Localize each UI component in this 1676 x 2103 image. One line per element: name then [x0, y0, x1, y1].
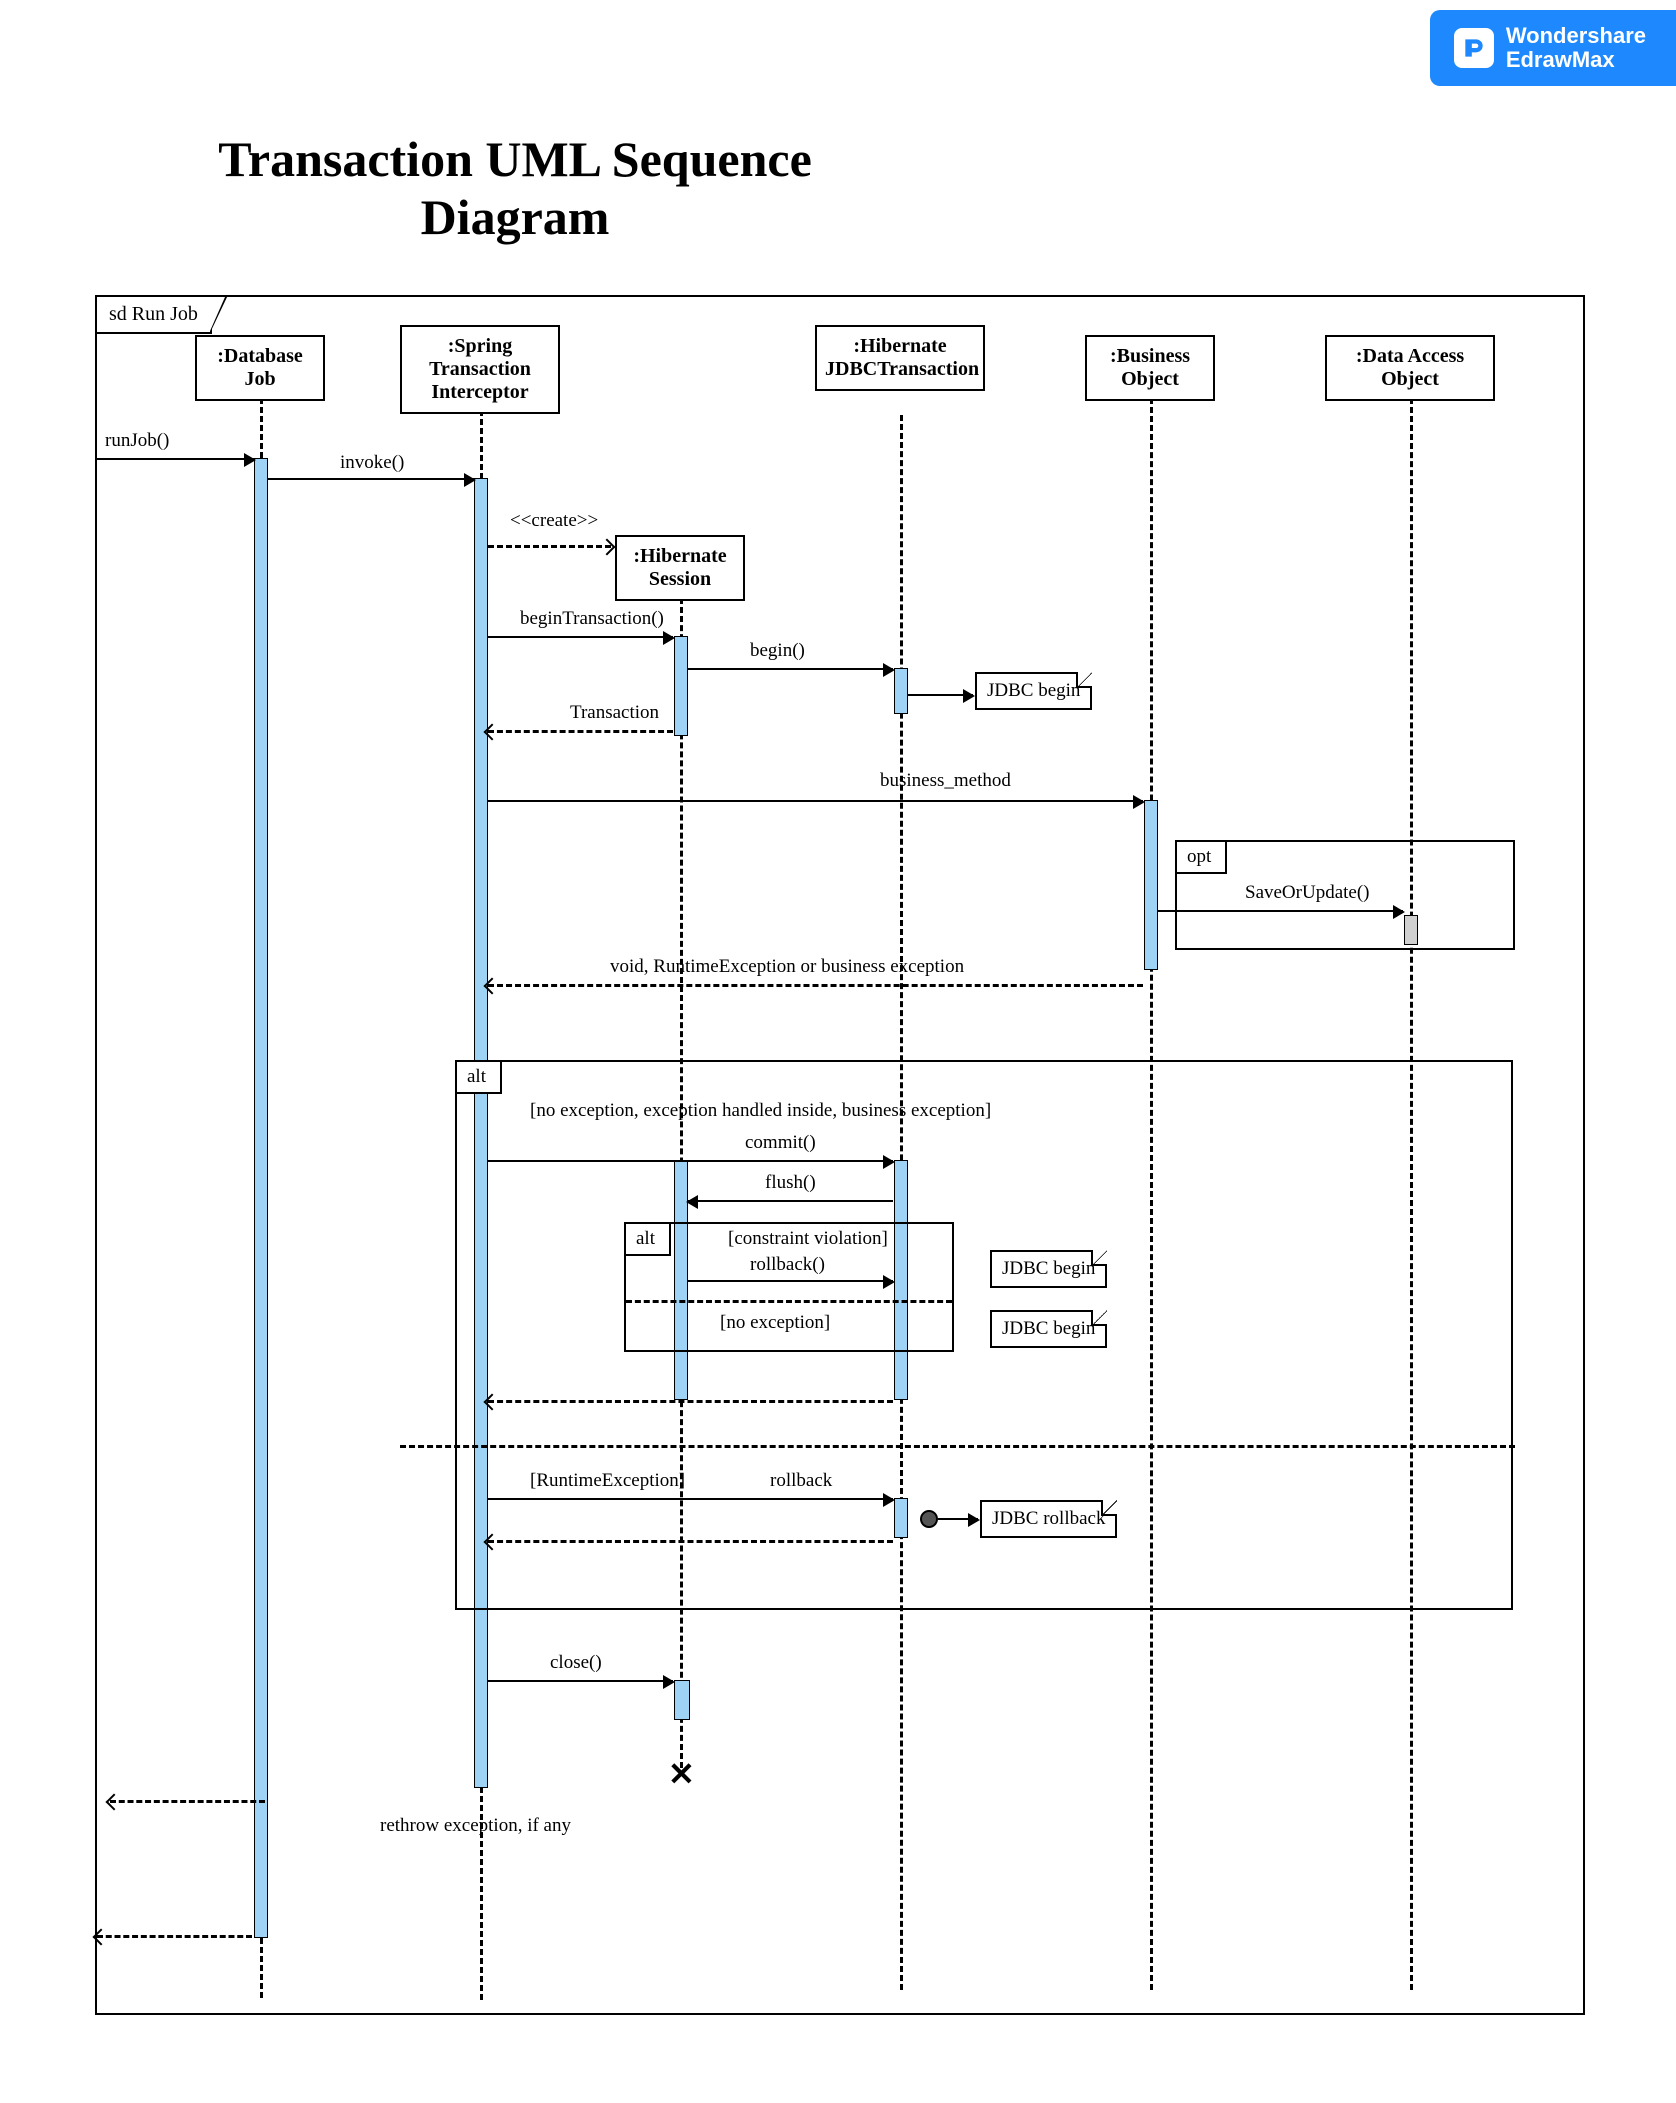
fragment-opt-label: opt — [1175, 840, 1227, 874]
guard-no-exc2: [no exception] — [720, 1312, 830, 1334]
guard-runtime: [RuntimeException] — [530, 1470, 685, 1492]
msg-commit: commit() — [745, 1132, 816, 1154]
msg-rethrow: rethrow exception, if any — [380, 1815, 571, 1837]
arrow-begintx — [488, 636, 673, 638]
msg-close: close() — [550, 1652, 602, 1674]
activation-business — [1144, 800, 1158, 970]
arrow-transaction — [488, 730, 673, 733]
arrow-final-return — [97, 1935, 252, 1938]
alt-sep — [400, 1445, 1515, 1448]
arrow-create — [488, 545, 611, 548]
arrow-rollback — [688, 1280, 893, 1282]
msg-invoke: invoke() — [340, 452, 404, 474]
arrow-flush — [688, 1200, 893, 1202]
participant-spring: :Spring Transaction Interceptor — [400, 325, 560, 414]
participant-business-object: :Business Object — [1085, 335, 1215, 401]
arrow-begin — [688, 668, 893, 670]
msg-transaction: Transaction — [570, 702, 659, 724]
alt-inner-sep — [626, 1300, 952, 1303]
fragment-alt-inner-label: alt — [624, 1222, 671, 1256]
msg-begin: begin() — [750, 640, 805, 662]
edrawmax-icon — [1454, 28, 1494, 68]
arrow-void-return — [488, 984, 1143, 987]
participant-dao: :Data Access Object — [1325, 335, 1495, 401]
note-jdbc-begin-3: JDBC begin — [990, 1310, 1107, 1348]
arrow-rollback2 — [488, 1498, 893, 1500]
msg-void-return: void, RuntimeException or business excep… — [610, 956, 964, 978]
msg-create: <<create>> — [510, 510, 598, 532]
arrow-to-note-rollback — [938, 1518, 978, 1520]
branding-text: Wondershare EdrawMax — [1506, 24, 1646, 72]
msg-flush: flush() — [765, 1172, 816, 1194]
arrow-runjob — [97, 458, 254, 460]
msg-runjob: runJob() — [105, 430, 169, 452]
activation-hib-session-3 — [674, 1680, 690, 1720]
arrow-business-method — [488, 800, 1143, 802]
fragment-alt-label: alt — [455, 1060, 502, 1094]
activation-db-job — [254, 458, 268, 1938]
note-jdbc-rollback: JDBC rollback — [980, 1500, 1117, 1538]
msg-save-or-update: SaveOrUpdate() — [1245, 882, 1370, 904]
endpoint-dot — [920, 1510, 938, 1528]
guard-constraint: [constraint violation] — [728, 1228, 888, 1250]
msg-rollback2: rollback — [770, 1470, 832, 1492]
arrow-save-or-update — [1158, 910, 1403, 912]
activation-hib-session-1 — [674, 636, 688, 736]
arrow-commit — [488, 1160, 893, 1162]
participant-hibernate-jdbc: :Hibernate JDBCTransaction — [815, 325, 985, 391]
frame-label: sd Run Job — [95, 295, 212, 334]
note-jdbc-begin-2: JDBC begin — [990, 1250, 1107, 1288]
note-jdbc-begin-1: JDBC begin — [975, 672, 1092, 710]
msg-business-method: business_method — [880, 770, 1011, 792]
activation-jdbc-1 — [894, 668, 908, 714]
arrow-close — [488, 1680, 673, 1682]
arrow-invoke — [268, 478, 474, 480]
branding-badge: Wondershare EdrawMax — [1430, 10, 1676, 86]
msg-rollback: rollback() — [750, 1254, 825, 1276]
arrow-rethrow — [110, 1800, 265, 1803]
arrow-note1 — [908, 694, 973, 696]
participant-database-job: :Database Job — [195, 335, 325, 401]
guard-no-exception: [no exception, exception handled inside,… — [530, 1100, 991, 1122]
msg-begintx: beginTransaction() — [520, 608, 664, 630]
arrow-return-alt1 — [488, 1400, 893, 1403]
participant-hibernate-session: :Hibernate Session — [615, 535, 745, 601]
destroy-icon: ✕ — [668, 1755, 695, 1793]
diagram-title: Transaction UML Sequence Diagram — [170, 130, 860, 246]
arrow-return-rollback — [488, 1540, 893, 1543]
